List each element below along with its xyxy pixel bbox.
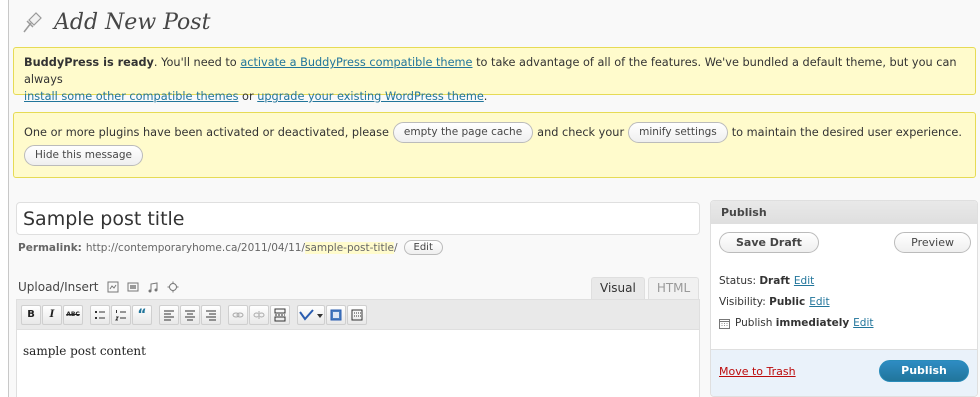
status-label: Status: (719, 275, 756, 287)
align-right-button[interactable] (201, 304, 221, 325)
bold-button[interactable]: B (21, 304, 41, 325)
notice-text: . You'll need to (153, 56, 241, 69)
empty-cache-button[interactable]: empty the page cache (392, 122, 534, 143)
permalink-trailing: / (393, 241, 398, 254)
publish-actions: Save Draft Preview (711, 224, 977, 253)
permalink-edit-button[interactable]: Edit (403, 240, 443, 255)
kitchen-sink-button[interactable] (347, 304, 367, 325)
visibility-row: Visibility: Public Edit (719, 296, 830, 308)
permalink-base: http://contemporaryhome.ca/2011/04/11/ (85, 241, 305, 254)
insert-link-button[interactable] (228, 304, 248, 325)
add-image-icon[interactable] (107, 281, 119, 293)
spellcheck-button[interactable] (297, 304, 325, 325)
add-media-icon[interactable] (167, 281, 179, 293)
visibility-label: Visibility: (719, 296, 766, 308)
status-row: Status: Draft Edit (719, 275, 814, 287)
buddypress-notice: BuddyPress is ready. You'll need to acti… (13, 47, 976, 103)
visibility-value: Public (769, 296, 806, 308)
schedule-value: immediately (775, 317, 850, 329)
italic-button[interactable]: I (42, 304, 62, 325)
tab-visual[interactable]: Visual (591, 277, 645, 299)
unlink-icon (253, 310, 265, 319)
minify-settings-button[interactable]: minify settings (628, 122, 728, 143)
numbered-list-button[interactable] (111, 304, 131, 325)
move-to-trash-link[interactable]: Move to Trash (719, 365, 796, 378)
upload-insert-label: Upload/Insert (18, 280, 99, 294)
publish-heading: Publish (711, 201, 977, 224)
fullscreen-icon (330, 309, 342, 320)
cache-notice: One or more plugins have been activated … (13, 112, 976, 178)
hide-message-button[interactable]: Hide this message (24, 145, 143, 166)
schedule-label: Publish (735, 317, 773, 329)
publish-box: Publish Save Draft Preview Status: Draft… (710, 200, 978, 397)
add-video-icon[interactable] (127, 281, 139, 293)
activate-theme-link[interactable]: activate a BuddyPress compatible theme (240, 56, 472, 69)
editor-tabs: Visual HTML (588, 277, 700, 299)
fullscreen-button[interactable] (326, 304, 346, 325)
kitchen-sink-icon (351, 309, 363, 320)
upload-insert-row: Upload/Insert (18, 280, 179, 294)
link-icon (232, 312, 244, 317)
post-editor: B I ABC “ sample post content (16, 299, 700, 397)
numbered-list-icon (115, 309, 126, 320)
add-audio-icon[interactable] (147, 281, 159, 293)
tab-html[interactable]: HTML (647, 277, 700, 299)
install-themes-link[interactable]: install some other compatible themes (24, 90, 238, 103)
pushpin-icon (23, 12, 42, 33)
editor-content-area[interactable]: sample post content (17, 330, 699, 372)
page-title: Add New Post (54, 9, 211, 35)
preview-button[interactable]: Preview (894, 232, 971, 253)
permalink-slug[interactable]: sample-post-title (305, 241, 394, 254)
bullet-list-icon (95, 310, 105, 319)
status-value: Draft (759, 275, 790, 287)
save-draft-button[interactable]: Save Draft (719, 232, 819, 253)
notice-lead: BuddyPress is ready (24, 56, 154, 69)
bullet-list-button[interactable] (90, 304, 110, 325)
cache-notice-text: to maintain the desired user experience. (731, 126, 962, 139)
editor-toolbar: B I ABC “ (17, 300, 699, 330)
page-header: Add New Post (18, 6, 210, 38)
strikethrough-button[interactable]: ABC (63, 304, 83, 325)
visibility-edit-link[interactable]: Edit (809, 296, 829, 308)
notice-text: or (238, 90, 258, 103)
calendar-icon (719, 318, 730, 329)
publish-button[interactable]: Publish (879, 360, 969, 382)
align-left-button[interactable] (159, 304, 179, 325)
spellcheck-icon (299, 308, 323, 321)
unlink-button[interactable] (249, 304, 269, 325)
align-left-icon (164, 310, 174, 320)
align-center-icon (185, 310, 195, 320)
more-tag-icon (274, 308, 286, 321)
schedule-row: Publish immediately Edit (719, 317, 874, 329)
notice-text: . (483, 90, 488, 103)
permalink-row: Permalink: http://contemporaryhome.ca/20… (18, 240, 443, 255)
schedule-edit-link[interactable]: Edit (853, 317, 873, 329)
cache-notice-text: One or more plugins have been activated … (24, 126, 389, 139)
align-right-icon (206, 310, 216, 320)
blockquote-button[interactable]: “ (132, 304, 152, 325)
align-center-button[interactable] (180, 304, 200, 325)
publish-footer: Move to Trash Publish (711, 349, 977, 396)
cache-notice-text: and check your (537, 126, 625, 139)
status-edit-link[interactable]: Edit (794, 275, 814, 287)
upgrade-theme-link[interactable]: upgrade your existing WordPress theme (257, 90, 484, 103)
permalink-label: Permalink: (18, 241, 82, 254)
insert-more-button[interactable] (270, 304, 290, 325)
post-title-input[interactable]: Sample post title (16, 202, 700, 235)
